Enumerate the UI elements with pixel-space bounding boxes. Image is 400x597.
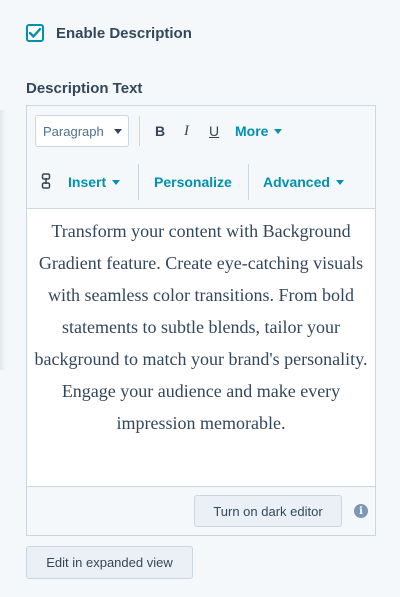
description-text-label: Description Text — [26, 80, 143, 97]
checkmark-icon — [28, 27, 42, 38]
panel-edge-shadow — [0, 110, 6, 370]
toolbar-divider — [248, 164, 249, 200]
italic-button[interactable]: I — [184, 123, 189, 140]
toolbar-divider — [138, 164, 139, 200]
insert-label: Insert — [68, 174, 107, 190]
more-menu-button[interactable]: More — [235, 123, 283, 139]
personalize-button[interactable]: Personalize — [154, 174, 232, 190]
chevron-down-icon — [112, 179, 121, 185]
editor-footer: Turn on dark editor i — [27, 486, 375, 535]
more-label: More — [235, 123, 269, 139]
underline-button[interactable]: U — [209, 123, 219, 139]
info-icon[interactable]: i — [354, 504, 368, 518]
enable-description-checkbox[interactable] — [26, 24, 44, 42]
enable-description-label[interactable]: Enable Description — [56, 25, 192, 42]
advanced-label: Advanced — [263, 174, 330, 190]
advanced-menu-button[interactable]: Advanced — [263, 174, 344, 190]
enable-description-row[interactable]: Enable Description — [26, 24, 192, 42]
insert-icon[interactable] — [41, 173, 51, 192]
chevron-down-icon — [274, 128, 283, 134]
paragraph-style-select[interactable]: Paragraph — [35, 115, 129, 147]
insert-menu-button[interactable]: Insert — [68, 174, 121, 190]
chevron-down-icon — [335, 179, 344, 185]
editor-content[interactable]: Transform your content with Background G… — [27, 209, 375, 488]
toolbar-divider — [139, 116, 140, 146]
paragraph-select-value: Paragraph — [43, 123, 104, 139]
chevron-down-icon — [114, 129, 122, 134]
bold-button[interactable]: B — [155, 123, 165, 139]
edit-expanded-view-button[interactable]: Edit in expanded view — [26, 546, 193, 579]
rich-text-editor: Paragraph B I U More Insert Personalize … — [26, 105, 376, 536]
dark-editor-button[interactable]: Turn on dark editor — [194, 495, 342, 527]
editor-toolbar: Paragraph B I U More Insert Personalize … — [27, 106, 375, 209]
